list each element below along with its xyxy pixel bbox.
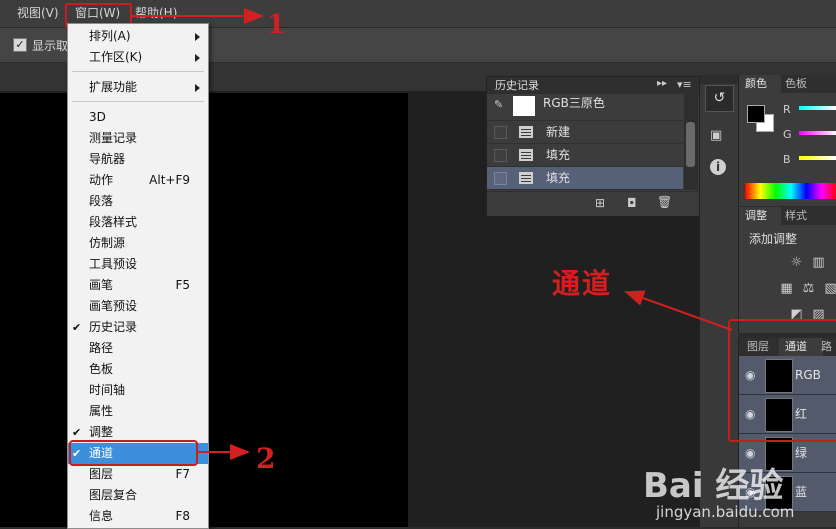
- watermark-url: jingyan.baidu.com: [656, 503, 795, 521]
- annotation-step1: 1: [267, 10, 286, 40]
- annotation-channels-label: 通道: [552, 267, 613, 300]
- annotation-arrows: [130, 8, 733, 460]
- arrow-channels: [624, 290, 733, 331]
- annotation-step2: 2: [256, 442, 276, 475]
- foreground-color-swatch[interactable]: [747, 105, 765, 123]
- watermark-brand: Bai 经验: [643, 466, 784, 506]
